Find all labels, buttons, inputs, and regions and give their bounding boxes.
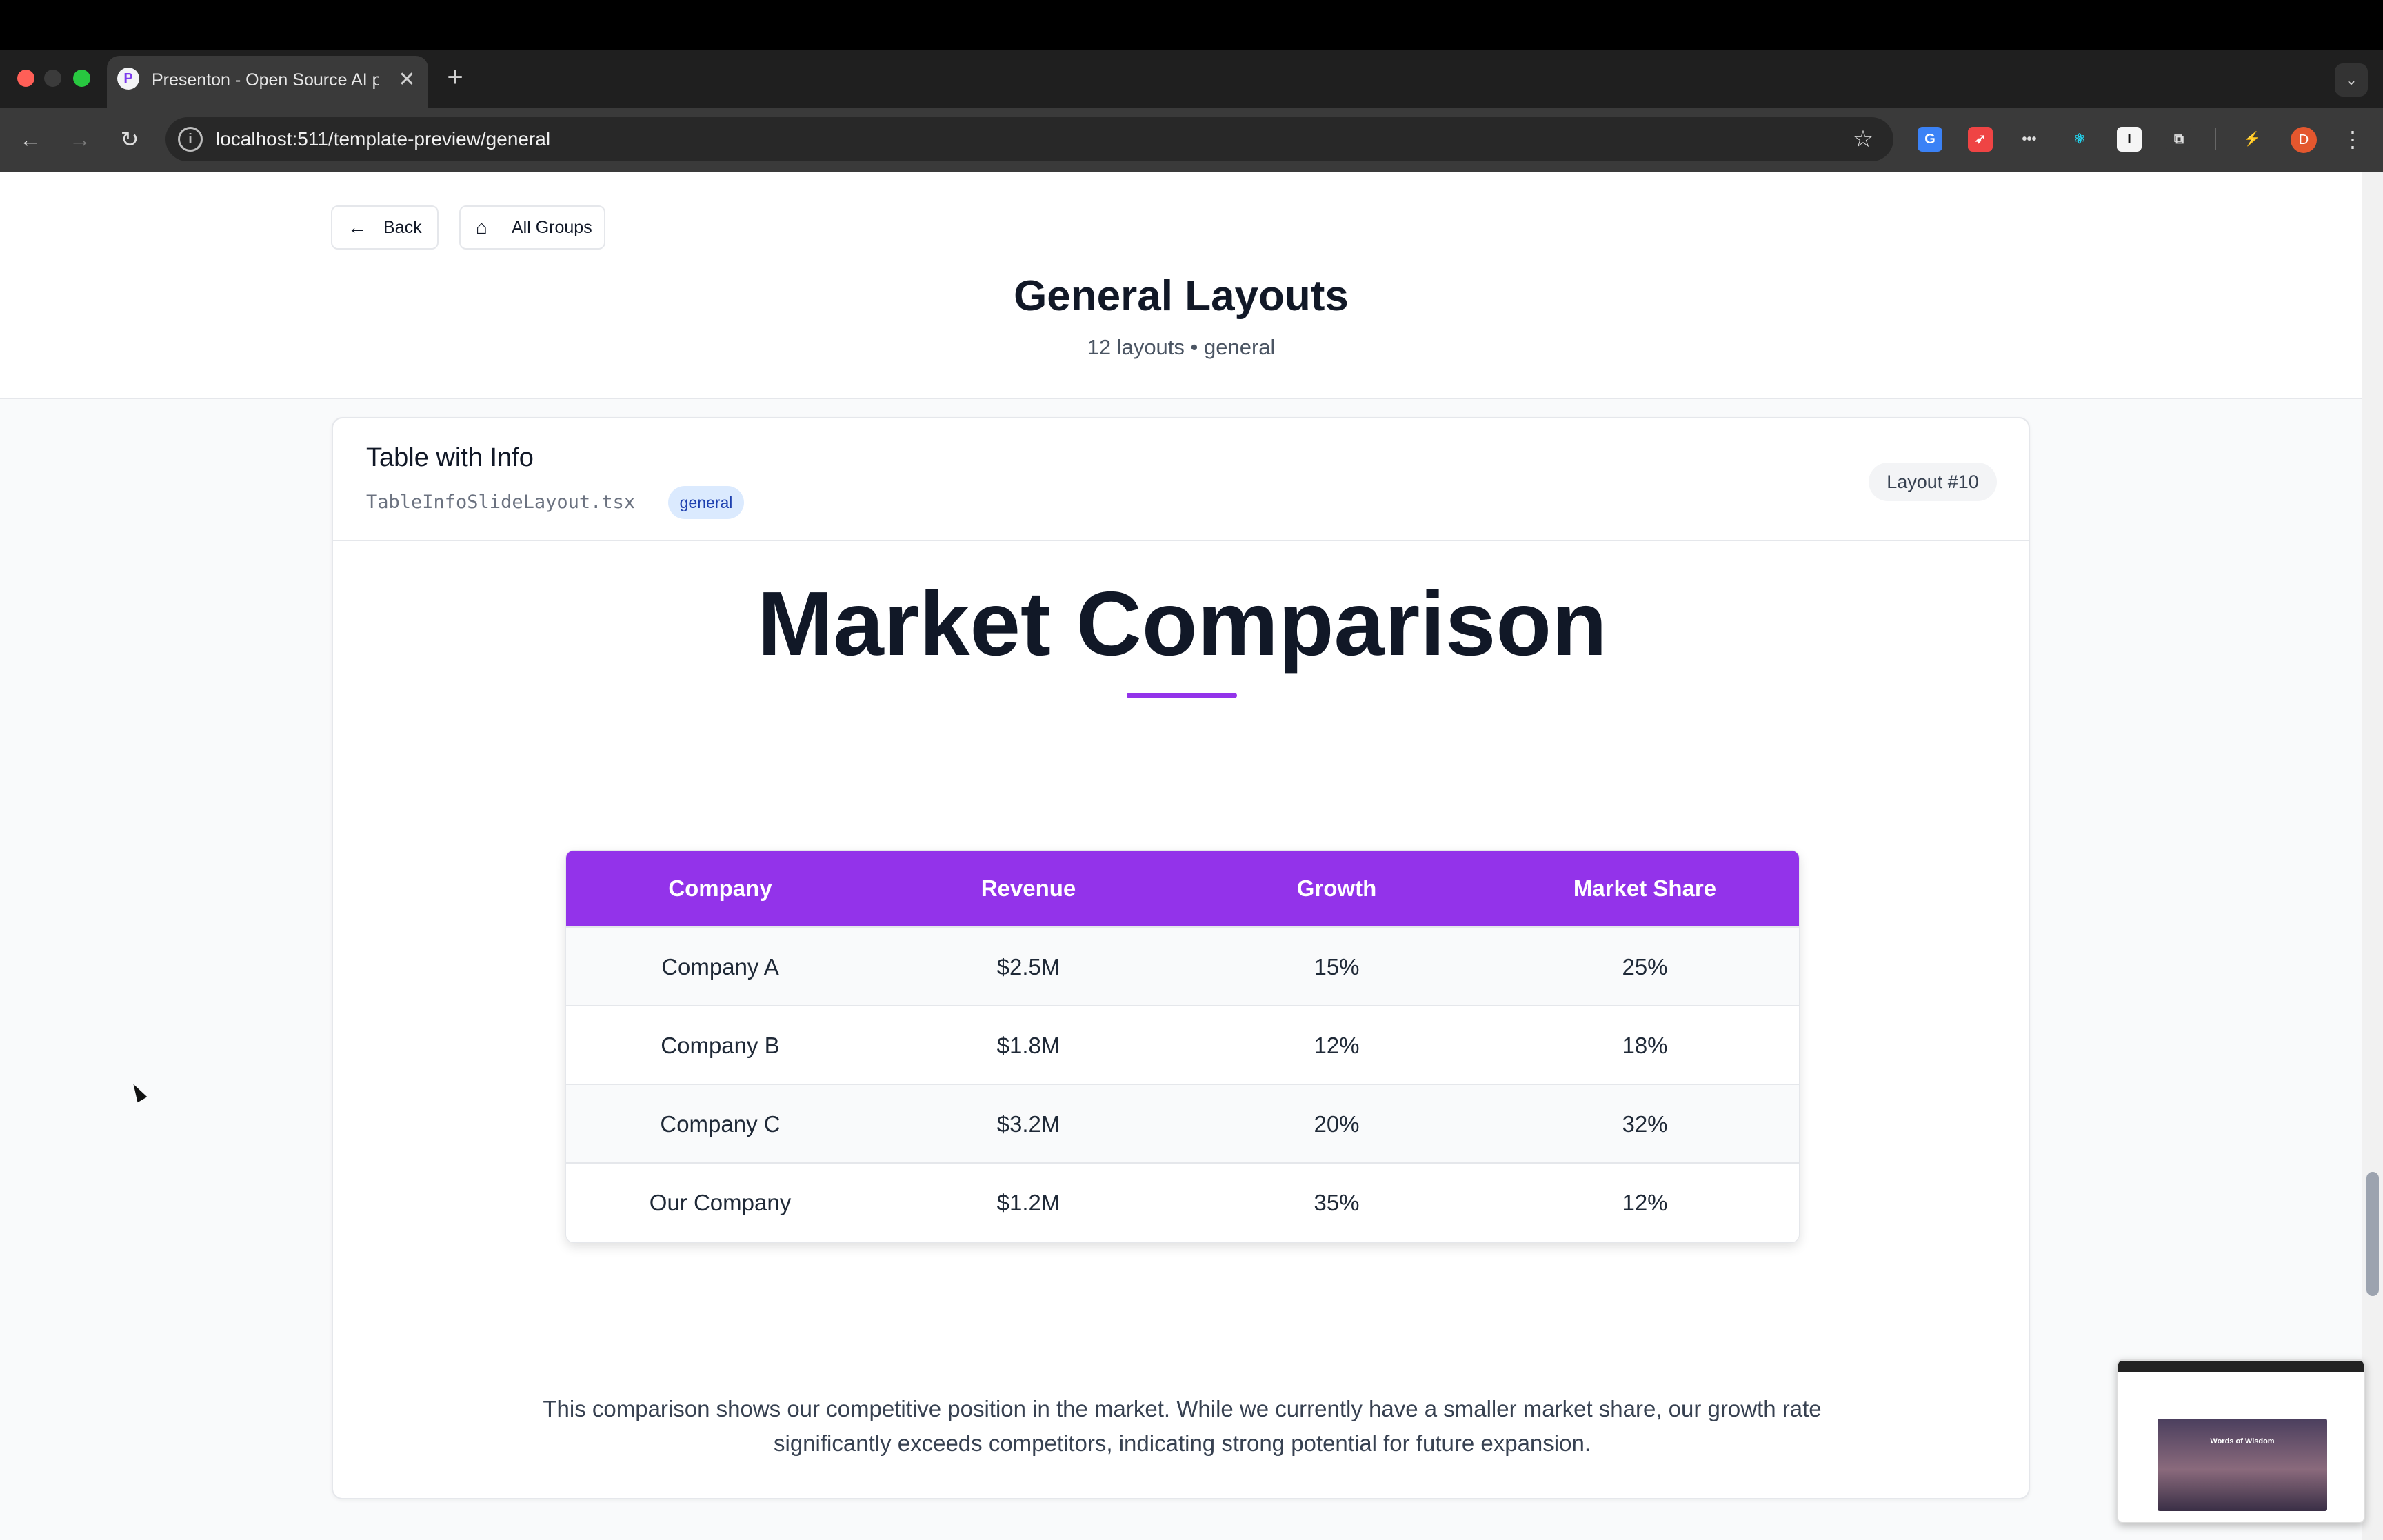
reload-icon[interactable]: ↻ — [114, 124, 145, 154]
all-groups-label: All Groups — [512, 218, 592, 237]
table-header: Company Revenue Growth Market Share — [566, 851, 1799, 926]
layout-group-tag: general — [668, 486, 744, 519]
extensions-puzzle-icon[interactable]: ⧉ — [2166, 127, 2191, 152]
column-header: Growth — [1296, 875, 1377, 901]
table-cell: 25% — [1622, 954, 1668, 980]
table-row: Our Company $1.2M 35% 12% — [566, 1162, 1799, 1241]
column-header: Company — [668, 875, 772, 901]
tab-title: Presenton - Open Source AI p — [152, 70, 379, 90]
column-header: Market Share — [1573, 875, 1717, 901]
screenshot-thumbnail[interactable]: Words of Wisdom — [2117, 1359, 2365, 1523]
table-row: Company C $3.2M 20% 32% — [566, 1084, 1799, 1162]
page-header: ← Back ⌂ All Groups General Layouts 12 l… — [0, 172, 2362, 399]
home-icon: ⌂ — [476, 216, 487, 238]
column-header: Revenue — [981, 875, 1076, 901]
table-cell: 18% — [1622, 1033, 1668, 1058]
kebab-menu-icon[interactable]: ⋮ — [2342, 124, 2364, 154]
os-menu-bar — [0, 0, 2383, 50]
bookmark-star-icon[interactable]: ☆ — [1848, 124, 1878, 154]
scrollbar[interactable] — [2362, 172, 2383, 1540]
all-groups-button[interactable]: ⌂ All Groups — [459, 205, 605, 250]
maximize-window-button[interactable] — [73, 70, 90, 87]
thumbnail-image — [2158, 1419, 2327, 1511]
thumbnail-chrome — [2118, 1361, 2364, 1372]
table-cell: $1.2M — [996, 1190, 1060, 1215]
title-underline — [1127, 693, 1237, 698]
table-cell: Company B — [661, 1033, 780, 1058]
minimize-window-button[interactable] — [44, 70, 61, 87]
table-cell: 12% — [1622, 1190, 1668, 1215]
table-cell: 32% — [1622, 1111, 1668, 1137]
new-tab-button[interactable]: + — [441, 63, 469, 91]
layout-title: Table with Info — [366, 443, 534, 472]
thumbnail-title: Words of Wisdom — [2210, 1437, 2275, 1446]
instapaper-extension-icon[interactable]: I — [2117, 127, 2142, 152]
arrow-left-icon: ← — [348, 216, 367, 238]
site-info-icon[interactable]: i — [178, 127, 203, 152]
slide-description: This comparison shows our competitive po… — [543, 1396, 1822, 1456]
layout-card: Table with Info TableInfoSlideLayout.tsx… — [332, 417, 2030, 1499]
rocket-extension-icon[interactable]: ➶ — [1968, 127, 1993, 152]
slide-title: Market Comparison — [757, 573, 1607, 674]
tab-favicon-icon: P — [117, 68, 139, 90]
performance-icon[interactable]: ⚡ — [2240, 127, 2264, 152]
layout-card-header: Table with Info TableInfoSlideLayout.tsx… — [333, 418, 2029, 541]
layout-number-badge: Layout #10 — [1869, 463, 1997, 501]
toolbar-divider — [2215, 128, 2216, 150]
table-cell: 20% — [1314, 1111, 1360, 1137]
table-row: Company B $1.8M 12% 18% — [566, 1005, 1799, 1084]
tab-search-menu-button[interactable]: ⌄ — [2335, 63, 2368, 97]
table-row: Company A $2.5M 15% 25% — [566, 926, 1799, 1005]
password-extension-icon[interactable]: ••• — [2017, 127, 2042, 152]
table-cell: $2.5M — [996, 954, 1060, 980]
table-cell: Company C — [660, 1111, 781, 1137]
table-cell: Company A — [661, 954, 779, 980]
scrollbar-thumb[interactable] — [2366, 1172, 2379, 1296]
url-text[interactable]: localhost:511/template-preview/general — [216, 124, 1181, 154]
comparison-table: Company Revenue Growth Market Share Comp… — [565, 850, 1800, 1243]
translate-extension-icon[interactable]: G — [1918, 127, 1942, 152]
profile-avatar[interactable]: D — [2291, 127, 2317, 153]
table-cell: $3.2M — [996, 1111, 1060, 1137]
react-devtools-icon[interactable]: ⚛ — [2067, 127, 2092, 152]
table-cell: 15% — [1314, 954, 1360, 980]
mouse-cursor-icon — [128, 1081, 148, 1103]
tab-close-icon[interactable]: ✕ — [394, 68, 419, 92]
forward-arrow-icon[interactable]: → — [65, 124, 95, 154]
table-cell: Our Company — [649, 1190, 792, 1215]
back-arrow-icon[interactable]: ← — [15, 124, 46, 154]
page-title: General Layouts — [1014, 272, 1349, 320]
slide-preview: Market Comparison Company Revenue Growth… — [333, 541, 2029, 1498]
table-cell: 35% — [1314, 1190, 1360, 1215]
back-button-label: Back — [383, 218, 422, 237]
page-content: ← Back ⌂ All Groups General Layouts 12 l… — [0, 172, 2362, 1540]
table-cell: $1.8M — [996, 1033, 1060, 1058]
layout-filename: TableInfoSlideLayout.tsx — [366, 492, 636, 513]
back-button[interactable]: ← Back — [331, 205, 439, 250]
page-subtitle: 12 layouts • general — [1087, 335, 1276, 359]
table-cell: 12% — [1314, 1033, 1360, 1058]
close-window-button[interactable] — [17, 70, 34, 87]
